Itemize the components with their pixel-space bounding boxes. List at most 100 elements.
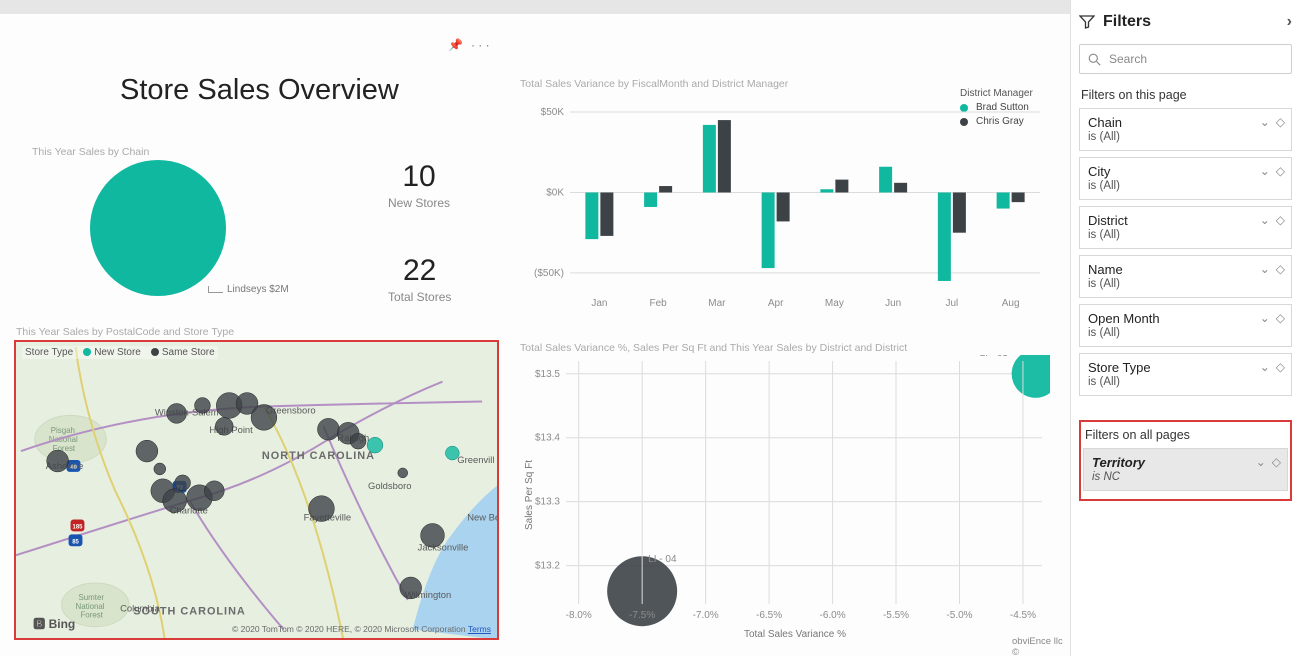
svg-text:-5.5%: -5.5% xyxy=(883,610,909,621)
filter-search[interactable]: Search xyxy=(1079,44,1292,74)
svg-text:Apr: Apr xyxy=(768,298,784,309)
search-placeholder: Search xyxy=(1109,52,1147,66)
svg-text:Jan: Jan xyxy=(591,298,607,309)
eraser-icon[interactable]: ◇ xyxy=(1272,455,1281,469)
svg-text:Jun: Jun xyxy=(885,298,901,309)
svg-text:LI - 04: LI - 04 xyxy=(648,554,677,565)
svg-text:$50K: $50K xyxy=(541,107,565,118)
filter-value: is (All) xyxy=(1088,327,1283,339)
svg-text:Goldsboro: Goldsboro xyxy=(368,480,411,491)
chevron-down-icon[interactable]: ⌄ xyxy=(1256,455,1266,469)
donut-legend: Lindseys $2M xyxy=(208,284,289,295)
svg-text:Jul: Jul xyxy=(945,298,958,309)
donut-chart[interactable] xyxy=(90,160,226,296)
bar-caption: Total Sales Variance by FiscalMonth and … xyxy=(520,78,788,90)
svg-text:$13.3: $13.3 xyxy=(535,497,560,508)
svg-text:-5.0%: -5.0% xyxy=(946,610,972,621)
visual-toolbar: 📌 · · · xyxy=(448,38,490,52)
donut-caption: This Year Sales by Chain xyxy=(32,146,149,158)
svg-text:$13.4: $13.4 xyxy=(535,433,560,444)
map-svg: Pisgah National Forest Sumter National F… xyxy=(16,342,497,640)
filter-value: is (All) xyxy=(1088,131,1283,143)
filter-card-store-type[interactable]: Store Typeis (All) ⌄ ◇ xyxy=(1079,353,1292,396)
svg-text:Sumter: Sumter xyxy=(78,593,104,602)
svg-text:Total Sales Variance %: Total Sales Variance % xyxy=(744,629,846,640)
chevron-down-icon[interactable]: ⌄ xyxy=(1260,311,1270,325)
top-bar xyxy=(0,0,1070,14)
svg-text:LI - 03: LI - 03 xyxy=(980,355,1009,359)
svg-text:Forest: Forest xyxy=(80,611,103,620)
filter-value: is (All) xyxy=(1088,229,1283,241)
map-legend: Store Type New Store Same Store xyxy=(22,346,218,359)
bar-chart[interactable]: ($50K)$0K$50K JanFebMarAprMayJunJulAug xyxy=(520,94,1050,314)
filter-card-city[interactable]: Cityis (All)⌄◇ xyxy=(1079,157,1292,200)
chevron-down-icon[interactable]: ⌄ xyxy=(1260,262,1270,276)
map-caption: This Year Sales by PostalCode and Store … xyxy=(16,326,234,338)
filter-card-district[interactable]: Districtis (All) ⌄ ◇ xyxy=(1079,206,1292,249)
filter-value: is (All) xyxy=(1088,376,1283,388)
svg-text:$13.5: $13.5 xyxy=(535,369,560,380)
scatter-chart[interactable]: $13.2 $13.3 $13.4 $13.5 LI - 04 LI - 03 -8.0… xyxy=(520,355,1050,640)
collapse-filters-icon[interactable]: › xyxy=(1287,13,1292,31)
svg-text:Pisgah: Pisgah xyxy=(51,426,75,435)
map-visual[interactable]: Pisgah National Forest Sumter National F… xyxy=(14,340,499,640)
svg-text:$13.2: $13.2 xyxy=(535,561,560,572)
filter-name: Open Month xyxy=(1088,311,1283,326)
svg-text:Columbia: Columbia xyxy=(120,603,161,614)
filter-value: is NC xyxy=(1092,471,1279,483)
svg-text:-8.0%: -8.0% xyxy=(566,610,592,621)
svg-text:-6.0%: -6.0% xyxy=(819,610,845,621)
eraser-icon[interactable]: ◇ xyxy=(1276,360,1285,374)
more-options-icon[interactable]: · · · xyxy=(471,38,490,52)
filters-panel: Filters › Search Filters on this page Ch… xyxy=(1070,0,1300,656)
obvience-credit: obviEnce llc © xyxy=(1012,636,1070,658)
svg-text:New Ber: New Ber xyxy=(467,512,497,523)
donut-slice xyxy=(90,160,226,296)
scatter-caption: Total Sales Variance %, Sales Per Sq Ft … xyxy=(520,342,907,354)
eraser-icon[interactable]: ◇ xyxy=(1276,262,1285,276)
filter-value: is (All) xyxy=(1088,278,1283,290)
filter-name: Territory xyxy=(1092,455,1279,470)
kpi-label: Total Stores xyxy=(388,290,451,304)
eraser-icon[interactable]: ◇ xyxy=(1276,213,1285,227)
svg-text:Greenvill: Greenvill xyxy=(457,454,494,465)
kpi-new-stores[interactable]: 10 New Stores xyxy=(388,160,450,210)
svg-text:Feb: Feb xyxy=(650,298,668,309)
filter-name: Store Type xyxy=(1088,360,1283,375)
chevron-down-icon[interactable]: ⌄ xyxy=(1260,115,1270,129)
chevron-down-icon[interactable]: ⌄ xyxy=(1260,213,1270,227)
filter-card-open-month[interactable]: Open Monthis (All) ⌄ ◇ xyxy=(1079,304,1292,347)
filter-icon xyxy=(1079,14,1095,30)
svg-text:85: 85 xyxy=(72,539,79,545)
chevron-down-icon[interactable]: ⌄ xyxy=(1260,164,1270,178)
kpi-label: New Stores xyxy=(388,196,450,210)
svg-text:Mar: Mar xyxy=(708,298,726,309)
filters-page-section: Filters on this page xyxy=(1081,88,1292,102)
svg-text:$0K: $0K xyxy=(546,187,564,198)
filter-card-name[interactable]: Nameis (All) ⌄ ◇ xyxy=(1079,255,1292,298)
filter-card-territory[interactable]: Territoryis NC ⌄ ◇ xyxy=(1083,448,1288,491)
svg-text:National: National xyxy=(76,602,105,611)
report-canvas: 📌 · · · Store Sales Overview 10 New Stor… xyxy=(0,0,1070,656)
chevron-down-icon[interactable]: ⌄ xyxy=(1260,360,1270,374)
svg-text:-7.0%: -7.0% xyxy=(693,610,719,621)
pin-icon[interactable]: 📌 xyxy=(448,38,463,52)
filter-name: District xyxy=(1088,213,1283,228)
page-title: Store Sales Overview xyxy=(120,74,399,107)
filters-header: Filters › xyxy=(1079,0,1292,44)
map-terms-link[interactable]: Terms xyxy=(468,624,491,634)
filter-name: City xyxy=(1088,164,1283,179)
kpi-value: 22 xyxy=(388,254,451,288)
filter-card-chain[interactable]: Chainis (All)⌄◇ xyxy=(1079,108,1292,151)
svg-text:Sales Per Sq Ft: Sales Per Sq Ft xyxy=(524,460,535,530)
eraser-icon[interactable]: ◇ xyxy=(1276,164,1285,178)
svg-text:185: 185 xyxy=(73,524,84,530)
svg-text:-7.5%: -7.5% xyxy=(629,610,655,621)
eraser-icon[interactable]: ◇ xyxy=(1276,115,1285,129)
filters-all-highlight: Filters on all pages Territoryis NC⌄◇ xyxy=(1079,420,1292,501)
svg-text:-6.5%: -6.5% xyxy=(756,610,782,621)
svg-text:-4.5%: -4.5% xyxy=(1010,610,1036,621)
eraser-icon[interactable]: ◇ xyxy=(1276,311,1285,325)
filter-name: Name xyxy=(1088,262,1283,277)
kpi-total-stores[interactable]: 22 Total Stores xyxy=(388,254,451,304)
